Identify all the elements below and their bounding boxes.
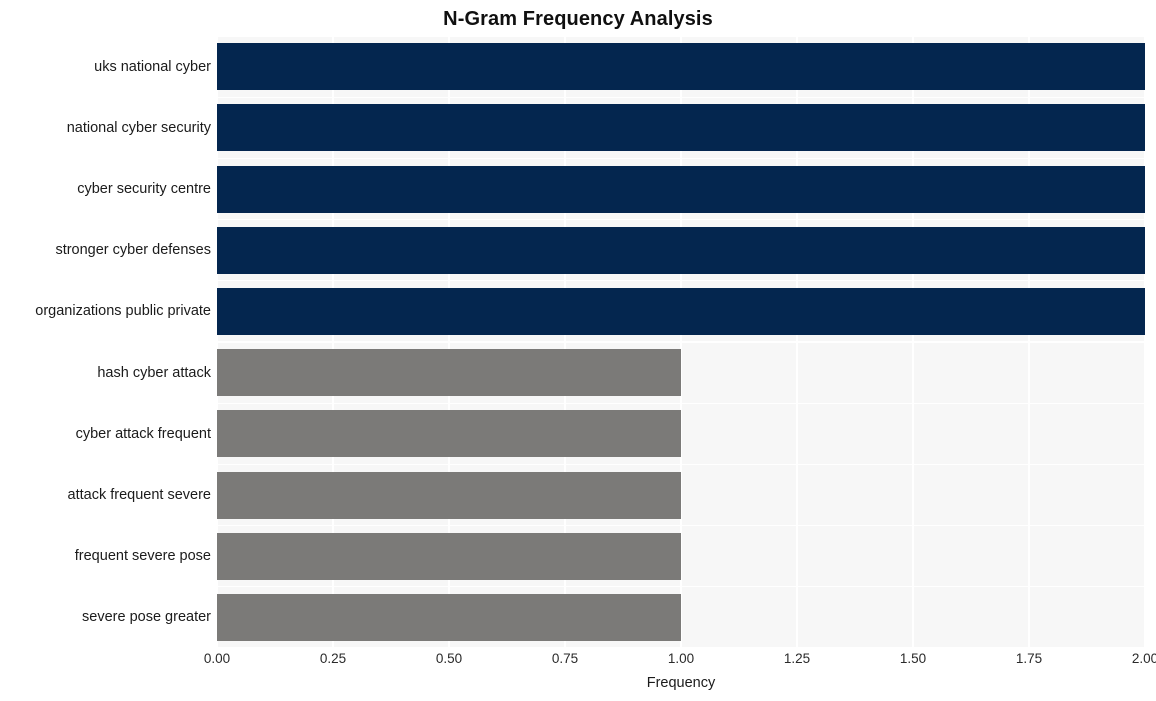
x-axis-title: Frequency [646,675,716,691]
bar[interactable] [217,104,1145,152]
x-axis-tick-labels: 0.00 0.25 0.50 0.75 1.00 1.25 1.50 1.75 2.00 [204,650,1156,672]
gridline-horizontal [217,647,1145,648]
y-axis-tick-label: cyber attack frequent [75,425,211,442]
bar[interactable] [217,471,681,519]
gridline-horizontal [217,402,1145,404]
x-axis-tick-label: 1.75 [1015,651,1043,666]
page-title: N-Gram Frequency Analysis [443,8,713,30]
gridline-horizontal [217,341,1145,343]
y-axis-tick-label: stronger cyber defenses [55,242,211,259]
x-axis-tick-label: 0.75 [551,651,579,666]
bar[interactable] [217,287,1145,335]
y-axis-tick-label: organizations public private [35,303,211,320]
x-axis-tick-label: 0.50 [435,651,463,666]
gridline-horizontal [217,218,1145,221]
bar[interactable] [217,593,681,641]
chart-figure: N-Gram Frequency Analysis uks national c… [0,0,1156,701]
gridline-horizontal [217,280,1145,282]
gridline-horizontal [217,96,1145,98]
x-axis-tick-label: 1.25 [783,651,811,666]
x-axis-tick-label: 1.00 [667,651,695,666]
bar[interactable] [217,410,681,458]
bar[interactable] [217,165,1145,213]
bar[interactable] [217,349,681,397]
bar[interactable] [217,532,681,580]
gridline-horizontal [217,157,1145,160]
y-axis-tick-labels: uks national cyber national cyber securit… [0,36,211,648]
y-axis-tick-label: frequent severe pose [74,548,211,565]
plot-area [217,36,1145,648]
y-axis-tick-label: uks national cyber [94,58,211,75]
x-axis-tick-label: 0.00 [203,651,231,666]
gridline-horizontal [217,586,1145,588]
y-axis-tick-label: hash cyber attack [97,364,211,381]
x-axis-tick-label: 1.50 [899,651,927,666]
gridline-horizontal [217,463,1145,466]
y-axis-tick-label: attack frequent severe [67,487,211,503]
x-axis-tick-label: 0.25 [319,651,347,666]
y-axis-tick-label: cyber security centre [77,181,211,197]
x-axis-tick-label: 2.00 [1131,651,1156,666]
gridline-horizontal [217,36,1145,37]
bar[interactable] [217,43,1145,91]
y-axis-tick-label: severe pose greater [82,609,211,626]
bar[interactable] [217,226,1145,274]
gridline-horizontal [217,524,1145,527]
y-axis-tick-label: national cyber security [66,119,211,136]
